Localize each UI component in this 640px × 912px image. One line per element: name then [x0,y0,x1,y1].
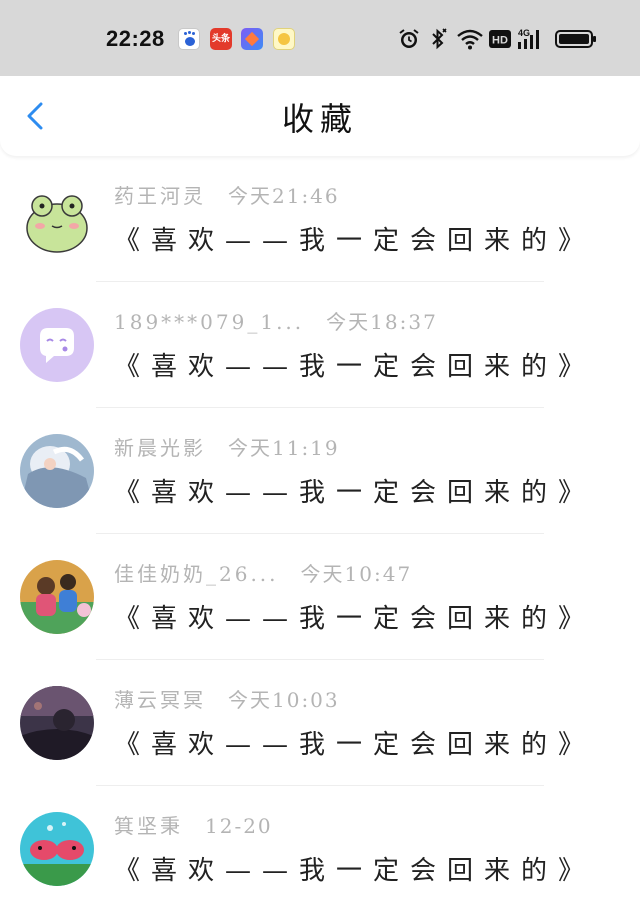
signal-4g-icon: 4G [518,28,539,49]
item-title: 《喜欢——我一定会回来的》 [114,478,596,508]
battery-icon [555,30,596,48]
item-time: 12-20 [205,814,273,838]
item-title: 《喜欢——我一定会回来的》 [114,730,596,760]
status-bar: 22:28 头条 HD 4G [0,0,640,76]
item-title: 《喜欢——我一定会回来的》 [114,352,596,382]
item-time: 今天10:47 [300,562,413,586]
alarm-icon [399,29,419,48]
avatar [20,182,94,256]
toutiao-icon: 头条 [210,28,232,50]
diamond-app-icon [241,28,263,50]
page-title: 收藏 [281,100,358,138]
item-title: 《喜欢——我一定会回来的》 [114,604,596,634]
list-item[interactable]: 薄云冥冥 今天10:03 《喜欢——我一定会回来的》 [0,660,640,786]
item-title: 《喜欢——我一定会回来的》 [114,226,596,256]
avatar [20,560,94,634]
avatar [20,308,94,382]
avatar [20,434,94,508]
user-name: 药王河灵 [114,184,206,208]
list-item[interactable]: 箕坚秉 12-20 《喜欢——我一定会回来的》 [0,786,640,912]
item-time: 今天18:37 [326,310,438,334]
user-name: 薄云冥冥 [114,688,206,712]
user-name: 箕坚秉 [114,814,183,838]
baidu-icon [178,28,200,50]
list-item[interactable]: 新晨光影 今天11:19 《喜欢——我一定会回来的》 [0,408,640,534]
network-label: 4G [518,28,530,38]
item-time: 今天11:19 [228,436,340,460]
list-item[interactable]: 药王河灵 今天21:46 《喜欢——我一定会回来的》 [0,156,640,282]
wifi-icon [457,29,483,50]
emoji-app-icon [273,28,295,50]
item-meta: 新晨光影 今天11:19 [114,432,340,461]
item-time: 今天10:03 [228,688,340,712]
item-meta: 箕坚秉 12-20 [114,810,273,839]
header-bar: 收藏 [0,76,640,156]
item-meta: 189***079_1... 今天18:37 [114,306,438,335]
user-name: 189***079_1... [114,310,305,334]
bluetooth-icon [432,28,447,50]
item-meta: 佳佳奶奶_26... 今天10:47 [114,558,412,587]
item-time: 今天21:46 [228,184,340,208]
list-item[interactable]: 佳佳奶奶_26... 今天10:47 《喜欢——我一定会回来的》 [0,534,640,660]
status-time: 22:28 [106,26,165,51]
user-name: 佳佳奶奶_26... [114,562,279,586]
item-meta: 药王河灵 今天21:46 [114,180,340,209]
item-meta: 薄云冥冥 今天10:03 [114,684,340,713]
avatar [20,812,94,886]
user-name: 新晨光影 [114,436,206,460]
favorites-list: 药王河灵 今天21:46 《喜欢——我一定会回来的》 189***079_1...… [0,156,640,912]
list-item[interactable]: 189***079_1... 今天18:37 《喜欢——我一定会回来的》 [0,282,640,408]
hd-label: HD [492,35,508,47]
avatar [20,686,94,760]
hd-icon: HD [489,30,511,48]
item-title: 《喜欢——我一定会回来的》 [114,856,596,886]
